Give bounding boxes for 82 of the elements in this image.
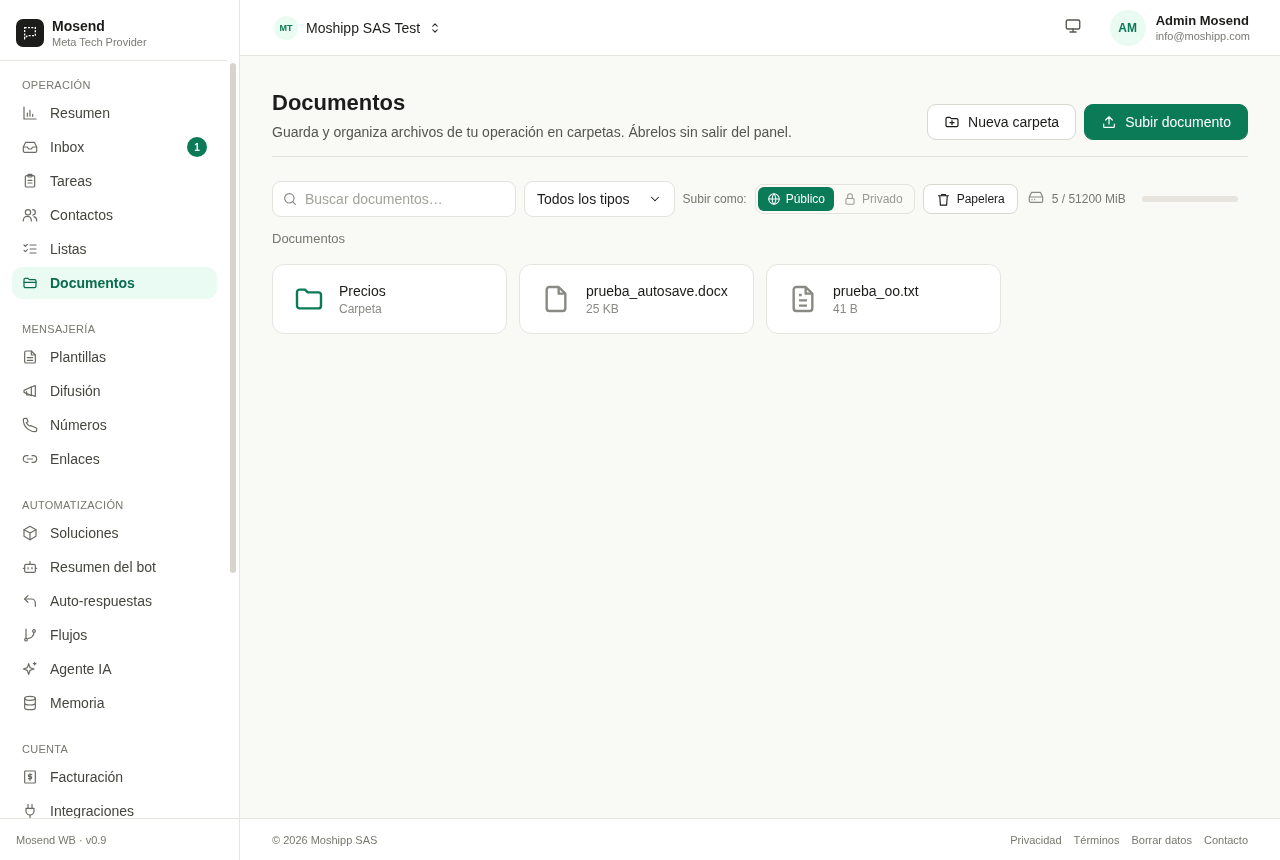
sidebar-item[interactable]: Facturación bbox=[12, 761, 217, 793]
storage-reading: 5 / 51200 MiB bbox=[1051, 192, 1126, 206]
plug-icon bbox=[22, 803, 38, 818]
document-icon bbox=[22, 349, 38, 365]
copyright: © 2026 Moshipp SAS bbox=[272, 833, 378, 846]
package-icon bbox=[22, 525, 38, 541]
globe-icon bbox=[766, 192, 781, 206]
item-meta: 41 B bbox=[833, 301, 859, 316]
branch-icon bbox=[22, 627, 38, 643]
dollar-receipt-icon bbox=[22, 769, 38, 785]
monitor-icon bbox=[1063, 16, 1082, 35]
item-name: prueba_autosave.docx bbox=[586, 282, 728, 299]
app-logo-icon bbox=[16, 19, 44, 47]
upload-as-label: Subir como: bbox=[682, 192, 747, 206]
workspace-switcher[interactable]: MT Moshipp SAS Test bbox=[274, 15, 443, 40]
item-meta: Carpeta bbox=[339, 301, 383, 316]
file-card[interactable]: prueba_oo.txt 41 B bbox=[766, 264, 1001, 334]
sidebar-item[interactable]: Plantillas bbox=[12, 341, 217, 373]
sidebar-item[interactable]: Tareas bbox=[12, 165, 217, 197]
sidebar-item[interactable]: Agente IA bbox=[12, 653, 217, 685]
scrollbar[interactable] bbox=[230, 63, 236, 573]
new-folder-button[interactable]: Nueva carpeta bbox=[927, 104, 1077, 140]
brand-name: Mosend bbox=[52, 18, 106, 34]
page-title: Documentos bbox=[272, 90, 407, 116]
sidebar-item[interactable]: Enlaces bbox=[12, 443, 217, 475]
sidebar-item[interactable]: Contactos bbox=[12, 199, 217, 231]
robot-icon bbox=[22, 559, 38, 575]
lock-icon bbox=[843, 192, 857, 206]
sidebar-item[interactable]: Flujos bbox=[12, 619, 217, 651]
item-name: prueba_oo.txt bbox=[833, 282, 919, 299]
item-meta: 25 KB bbox=[586, 301, 620, 316]
version-label: Mosend WB · v0.9 bbox=[16, 833, 107, 846]
footer-link[interactable]: Términos bbox=[1073, 833, 1120, 846]
checklist-icon bbox=[22, 241, 38, 257]
user-email: info@moshipp.com bbox=[1155, 30, 1250, 42]
visibility-option[interactable]: Público bbox=[757, 187, 834, 211]
item-name: Precios bbox=[339, 282, 386, 299]
breadcrumb: Documentos bbox=[272, 231, 346, 246]
sidebar-item[interactable]: Resumen bbox=[12, 97, 217, 129]
page-description: Guarda y organiza archivos de tu operación en carpetas. Ábrelos sin salir del panel. bbox=[272, 124, 792, 140]
inbox-icon bbox=[22, 139, 38, 155]
sidebar-item[interactable]: Soluciones bbox=[12, 517, 217, 549]
footer-link[interactable]: Privacidad bbox=[1010, 833, 1062, 846]
sidebar-item[interactable]: Memoria bbox=[12, 687, 217, 719]
brand-subtitle: Meta Tech Provider bbox=[52, 36, 147, 48]
count-badge: 1 bbox=[187, 137, 207, 157]
file-card[interactable]: prueba_autosave.docx 25 KB bbox=[519, 264, 754, 334]
hard-drive-icon bbox=[1027, 189, 1044, 205]
footer-link[interactable]: Contacto bbox=[1203, 833, 1248, 846]
sidebar-item[interactable]: Documentos bbox=[12, 267, 217, 299]
user-avatar[interactable]: AM bbox=[1109, 9, 1146, 46]
sidebar-item[interactable]: Inbox 1 bbox=[12, 131, 217, 163]
footer-link[interactable]: Borrar datos bbox=[1131, 833, 1192, 846]
section-heading: CUENTA bbox=[21, 742, 70, 757]
section-heading: OPERACIÓN bbox=[21, 78, 92, 93]
folder-icon bbox=[22, 275, 38, 291]
folder-plus-icon bbox=[944, 114, 961, 130]
sparkles-icon bbox=[22, 661, 38, 677]
sidebar-item[interactable]: Integraciones bbox=[12, 795, 217, 818]
sidebar-item[interactable]: Difusión bbox=[12, 375, 217, 407]
type-dropdown[interactable]: Todos los tipos bbox=[524, 181, 675, 217]
clipboard-icon bbox=[22, 173, 38, 189]
reply-icon bbox=[22, 593, 38, 609]
sidebar-item[interactable]: Auto-respuestas bbox=[12, 585, 217, 617]
search-field[interactable]: Buscar documentos… bbox=[272, 181, 516, 217]
sidebar-item[interactable]: Números bbox=[12, 409, 217, 441]
section-heading: AUTOMATIZACIÓN bbox=[21, 498, 125, 513]
trash-button[interactable]: Papelera bbox=[922, 184, 1018, 214]
users-icon bbox=[22, 207, 38, 223]
sidebar-item[interactable]: Listas bbox=[12, 233, 217, 265]
trash-icon bbox=[935, 191, 951, 207]
upload-icon bbox=[1101, 114, 1118, 130]
workspace-avatar: MT bbox=[274, 15, 298, 40]
sidebar-item[interactable]: Resumen del bot bbox=[12, 551, 217, 583]
folder-card[interactable]: Precios Carpeta bbox=[272, 264, 507, 334]
phone-icon bbox=[22, 417, 38, 433]
megaphone-icon bbox=[22, 383, 38, 399]
upload-button[interactable]: Subir documento bbox=[1084, 104, 1248, 140]
user-name: Admin Mosend bbox=[1155, 13, 1250, 28]
section-heading: MENSAJERÍA bbox=[21, 322, 97, 337]
database-icon bbox=[22, 695, 38, 711]
bar-chart-icon bbox=[22, 105, 38, 121]
